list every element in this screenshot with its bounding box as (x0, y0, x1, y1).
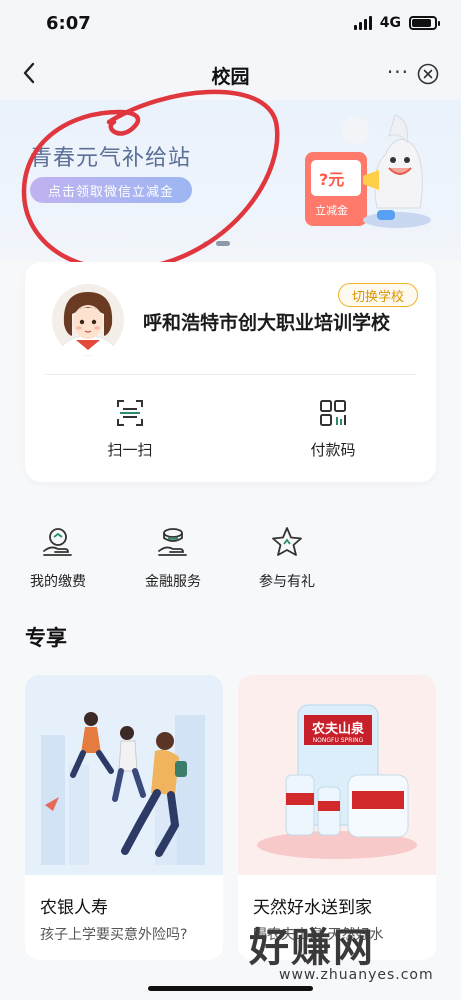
pagination-dot-active[interactable] (216, 241, 230, 246)
promo-card-insurance[interactable]: 农银人寿 孩子上学要买意外险吗? (25, 675, 223, 960)
finance-hand-icon (158, 528, 187, 556)
battery-icon (409, 16, 440, 30)
banner-claim-button[interactable]: 点击领取微信立减金 (30, 177, 192, 203)
network-type: 4G (379, 15, 401, 31)
banner-mascot-illustration: ?元 立减金 (305, 114, 431, 228)
status-indicators: 4G (353, 15, 440, 31)
payment-code-icon (320, 400, 346, 426)
close-mini-program-icon[interactable] (417, 63, 439, 85)
girl-avatar-illustration (52, 284, 124, 356)
scan-icon (117, 400, 143, 426)
divider (45, 374, 416, 375)
promo-subtitle: 孩子上学要买意外险吗? (40, 927, 188, 943)
my-payments-label: 我的缴费 (30, 574, 86, 590)
promo-banner[interactable]: 青春元气补给站 点击领取微信立减金 ?元 立减金 (0, 100, 461, 260)
more-button[interactable]: ··· (387, 60, 409, 84)
section-title: 专享 (25, 626, 67, 650)
coupon-label: 立减金 (315, 203, 348, 217)
scan-button[interactable]: 扫一扫 (70, 397, 190, 460)
payment-hand-icon (43, 528, 72, 556)
nav-bar: 校园 ··· (0, 48, 461, 100)
my-payments-link[interactable]: 我的缴费 (8, 525, 108, 591)
students-jumping-illustration (25, 675, 223, 875)
star-icon (272, 527, 302, 556)
pagination-dot[interactable] (203, 241, 208, 246)
watermark-url: www.zhuanyes.com (279, 967, 434, 983)
finance-services-label: 金融服务 (145, 574, 201, 590)
status-time: 6:07 (46, 13, 91, 34)
payment-code-button[interactable]: 付款码 (273, 397, 393, 460)
avatar (52, 284, 124, 356)
school-name: 呼和浩特市创大职业培训学校 (143, 312, 391, 334)
brand-sublabel: NONGFU SPRING (313, 737, 364, 744)
water-products-illustration: 农夫山泉 NONGFU SPRING (238, 675, 436, 875)
banner-title: 青春元气补给站 (30, 146, 192, 171)
switch-school-button[interactable]: 切换学校 (338, 283, 418, 307)
school-card: 切换学校 呼和浩特市创大职业培训学校 扫一扫 付款码 (25, 262, 436, 482)
home-indicator[interactable] (148, 986, 313, 991)
payment-code-label: 付款码 (310, 441, 356, 459)
battery-level (412, 19, 431, 27)
scan-label: 扫一扫 (107, 441, 153, 459)
finance-services-link[interactable]: 金融服务 (123, 525, 223, 591)
coupon-mark: ?元 (319, 170, 344, 189)
banner-pagination (203, 241, 230, 246)
rewards-label: 参与有礼 (259, 574, 315, 590)
brand-label: 农夫山泉 (311, 721, 365, 737)
site-watermark: 好赚网 www.zhuanyes.com (249, 915, 449, 987)
signal-icon (353, 16, 372, 30)
watermark-text: 好赚网 (249, 925, 375, 971)
rewards-link[interactable]: 参与有礼 (237, 525, 337, 591)
promo-title: 农银人寿 (40, 898, 108, 918)
status-bar: 6:07 4G (0, 0, 461, 48)
